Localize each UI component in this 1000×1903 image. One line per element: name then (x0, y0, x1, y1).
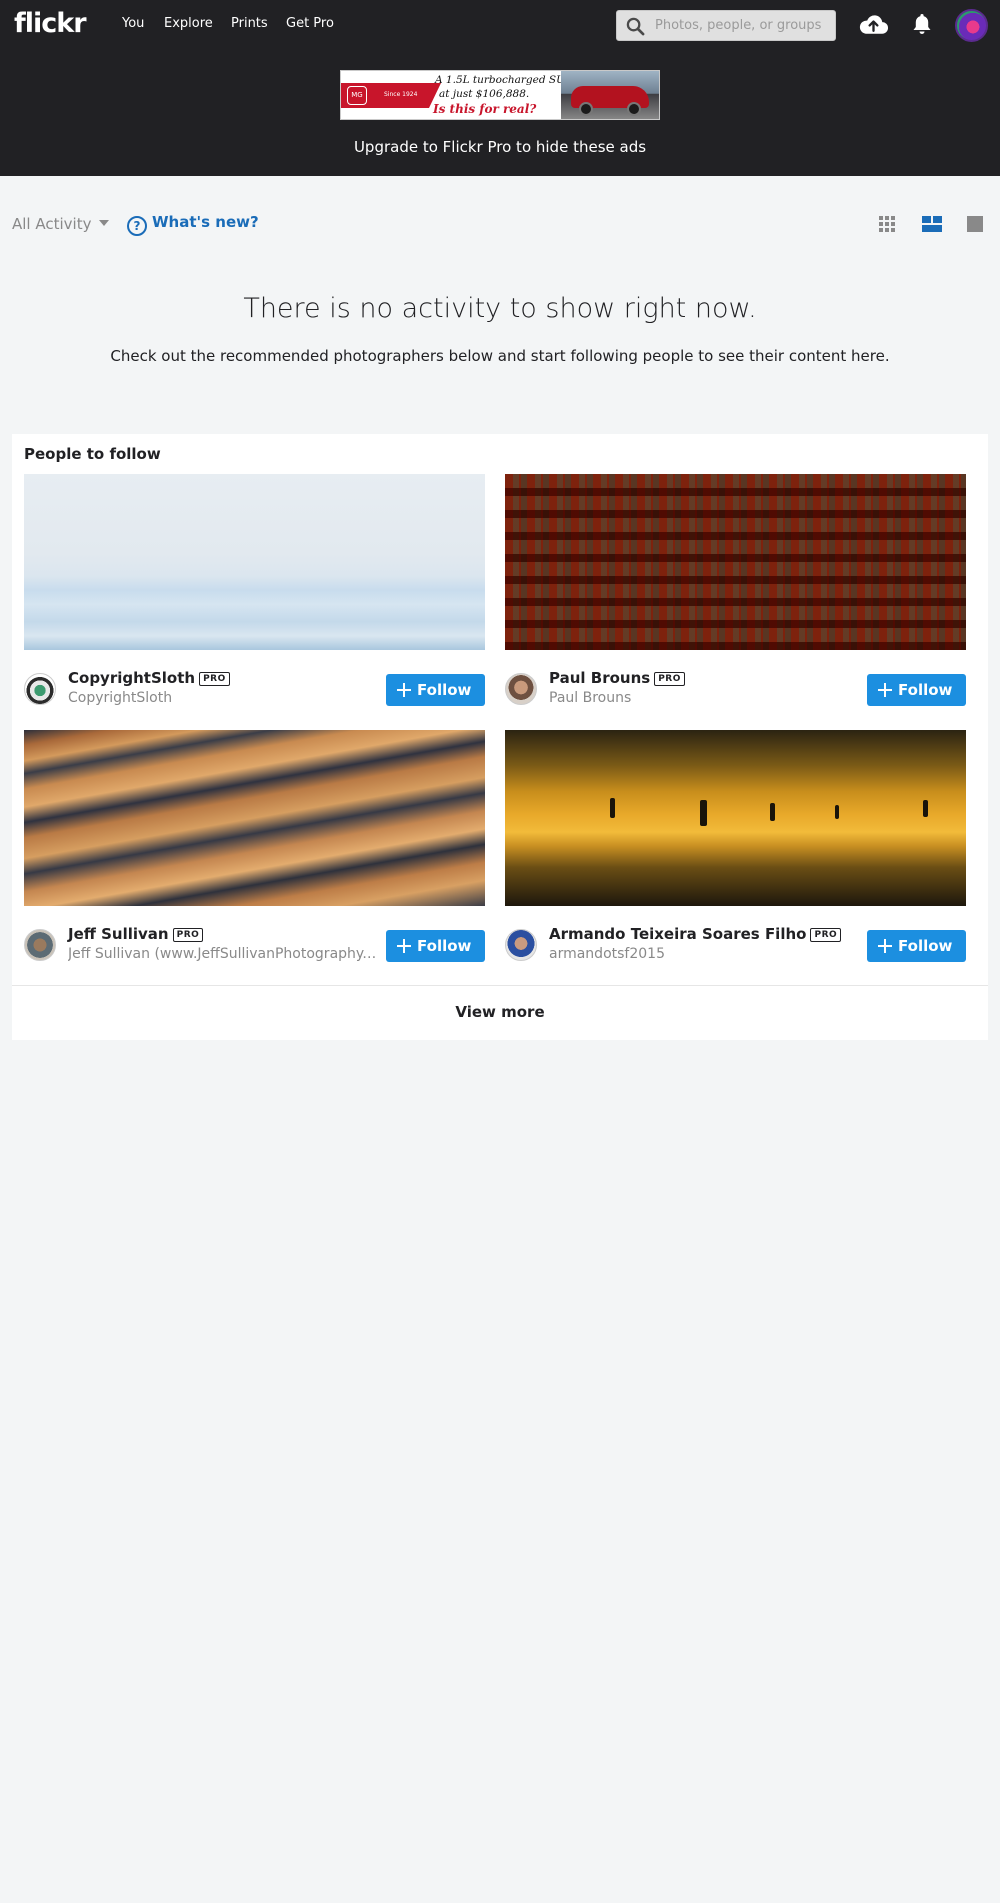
nav-get-pro[interactable]: Get Pro (286, 16, 334, 31)
top-nav: flickr You Explore Prints Get Pro (0, 0, 1000, 50)
photo-sand-dunes[interactable] (24, 730, 485, 906)
ad-headline-1: A 1.5L turbocharged SUV (435, 74, 573, 86)
person-username: Paul Brouns (549, 690, 632, 706)
avatar[interactable] (24, 673, 56, 705)
empty-state-subtitle: Check out the recommended photographers … (110, 347, 890, 365)
follow-button[interactable]: Follow (386, 674, 485, 706)
nav-explore[interactable]: Explore (164, 16, 213, 31)
person-name-text: Paul Brouns (549, 669, 651, 687)
plus-icon (878, 683, 892, 697)
grid-view-icon[interactable] (879, 216, 895, 232)
people-to-follow-title: People to follow (24, 445, 161, 463)
silhouette-figure (700, 800, 707, 826)
silhouette-figure (923, 800, 928, 817)
avatar[interactable] (24, 929, 56, 961)
car-wheel (627, 102, 641, 116)
follow-button[interactable]: Follow (386, 930, 485, 962)
person-username: Jeff Sullivan (www.JeffSullivanPhotograp… (68, 946, 378, 962)
nav-prints[interactable]: Prints (231, 16, 268, 31)
caret-down-icon (99, 220, 110, 226)
ad-headline-3: Is this for real? (433, 102, 537, 116)
ad-since-text: Since 1924 (384, 91, 418, 98)
upload-icon[interactable] (858, 12, 889, 36)
person-name-text: Jeff Sullivan (68, 925, 169, 943)
ad-banner[interactable]: MG Since 1924 A 1.5L turbocharged SUV at… (340, 70, 660, 120)
people-to-follow-panel: People to follow CopyrightSloth PRO Copyr… (12, 434, 988, 1040)
search-icon (626, 17, 645, 36)
silhouette-figure (770, 803, 775, 821)
person-name[interactable]: CopyrightSloth PRO (68, 669, 230, 687)
search-input[interactable] (655, 11, 831, 40)
notifications-bell-icon[interactable] (912, 13, 932, 35)
photo-sunset-beach[interactable] (505, 730, 966, 906)
avatar[interactable] (505, 673, 537, 705)
person-username: armandotsf2015 (549, 946, 665, 962)
pro-badge: PRO (810, 928, 842, 942)
user-avatar[interactable] (955, 9, 988, 42)
whats-new-link[interactable]: ? What's new? (127, 213, 259, 236)
photo-ocean-waves[interactable] (24, 474, 485, 650)
follow-button[interactable]: Follow (867, 674, 966, 706)
follow-label: Follow (898, 937, 953, 955)
ad-banner-area: MG Since 1924 A 1.5L turbocharged SUV at… (0, 50, 1000, 176)
follow-button[interactable]: Follow (867, 930, 966, 962)
person-name-text: Armando Teixeira Soares Filho (549, 925, 807, 943)
photo-brick-facade[interactable] (505, 474, 966, 650)
avatar[interactable] (505, 929, 537, 961)
silhouette-figure (835, 805, 839, 819)
empty-state-title: There is no activity to show right now. (243, 293, 757, 324)
nav-you[interactable]: You (122, 16, 144, 31)
mg-logo: MG (347, 86, 367, 105)
upgrade-pro-link[interactable]: Upgrade to Flickr Pro to hide these ads (0, 138, 1000, 156)
view-more-button[interactable]: View more (12, 986, 988, 1040)
activity-filter-dropdown[interactable]: All Activity (12, 215, 110, 233)
silhouette-figure (610, 798, 615, 818)
person-name[interactable]: Jeff Sullivan PRO (68, 925, 204, 943)
help-circle-icon: ? (127, 216, 147, 236)
ad-brand-strip: MG Since 1924 (341, 83, 441, 108)
medium-view-icon[interactable] (922, 216, 942, 232)
car-wheel (579, 102, 593, 116)
follow-label: Follow (417, 937, 472, 955)
ad-headline-2: at just $106,888. (439, 88, 530, 100)
pro-badge: PRO (654, 672, 685, 686)
flickr-logo[interactable]: flickr (14, 8, 87, 39)
plus-icon (878, 939, 892, 953)
person-name[interactable]: Paul Brouns PRO (549, 669, 685, 687)
ad-car-image (561, 71, 659, 119)
activity-filter-label: All Activity (12, 215, 92, 233)
plus-icon (397, 939, 411, 953)
whats-new-label: What's new? (152, 213, 259, 231)
person-name[interactable]: Armando Teixeira Soares Filho PRO (549, 925, 842, 943)
follow-label: Follow (417, 681, 472, 699)
search-box[interactable] (616, 10, 836, 41)
pro-badge: PRO (172, 928, 204, 942)
follow-label: Follow (898, 681, 953, 699)
person-username: CopyrightSloth (68, 690, 173, 706)
pro-badge: PRO (199, 672, 230, 686)
large-view-icon[interactable] (967, 216, 983, 232)
person-name-text: CopyrightSloth (68, 669, 196, 687)
plus-icon (397, 683, 411, 697)
